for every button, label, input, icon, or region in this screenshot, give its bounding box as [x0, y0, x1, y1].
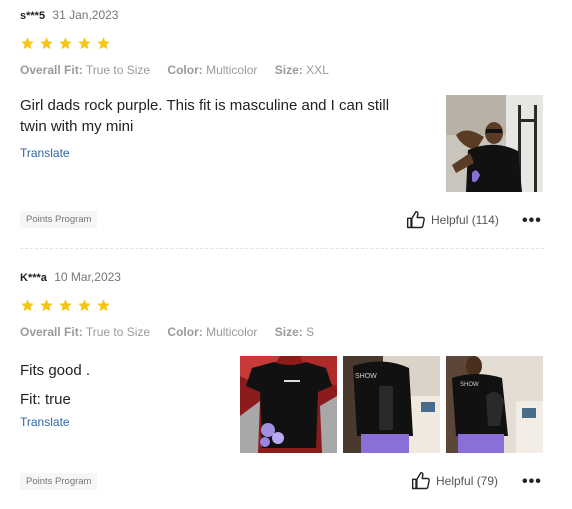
- size-value: S: [306, 325, 315, 339]
- star-rating: [20, 298, 111, 313]
- thumbs-up-icon: [411, 471, 430, 490]
- review-card-2: K***a 10 Mar,2023 Overall Fit: True to S…: [20, 262, 544, 509]
- fit-value: True to Size: [85, 63, 151, 77]
- review-photo[interactable]: SHOW: [446, 356, 543, 453]
- star-icon: [21, 37, 34, 50]
- review-date: 10 Mar,2023: [54, 270, 121, 284]
- review-text-line: Fits good .: [20, 362, 91, 379]
- thumbs-up-icon: [406, 210, 425, 229]
- review-card-1: s***5 31 Jan,2023 Overall Fit: True to S…: [20, 0, 544, 248]
- star-icon: [78, 299, 91, 312]
- star-icon: [40, 299, 53, 312]
- review-text-line: Fit: true: [20, 391, 71, 408]
- translate-link[interactable]: Translate: [20, 415, 70, 429]
- star-icon: [97, 37, 110, 50]
- star-icon: [59, 37, 72, 50]
- more-options-button[interactable]: •••: [522, 213, 542, 229]
- review-photo[interactable]: [240, 356, 337, 453]
- review-photo[interactable]: SHOW: [343, 356, 440, 453]
- review-text: Girl dads rock purple. This fit is mascu…: [20, 95, 389, 137]
- fit-value: True to Size: [85, 325, 151, 339]
- color-value: Multicolor: [206, 325, 258, 339]
- helpful-button[interactable]: Helpful (114): [406, 210, 499, 230]
- review-header: s***5 31 Jan,2023: [20, 8, 118, 22]
- fit-info: Overall Fit: True to Size Color: Multico…: [20, 325, 328, 339]
- star-icon: [21, 299, 34, 312]
- star-icon: [78, 37, 91, 50]
- review-text-line: twin with my mini: [20, 118, 134, 135]
- svg-text:SHOW: SHOW: [460, 382, 479, 388]
- review-photo[interactable]: [446, 95, 543, 192]
- reviewer-name: s***5: [20, 10, 46, 22]
- star-icon: [59, 299, 72, 312]
- color-value: Multicolor: [206, 63, 258, 77]
- review-text-line: Girl dads rock purple. This fit is mascu…: [20, 97, 390, 114]
- points-program-badge: Points Program: [20, 211, 98, 228]
- review-header: K***a 10 Mar,2023: [20, 270, 121, 284]
- helpful-count: Helpful (114): [431, 213, 499, 227]
- size-label: Size:: [274, 325, 303, 339]
- helpful-count: Helpful (79): [436, 474, 499, 488]
- review-divider: [20, 248, 544, 249]
- review-date: 31 Jan,2023: [52, 8, 119, 22]
- color-label: Color:: [167, 325, 203, 339]
- reviewer-name: K***a: [20, 272, 47, 284]
- points-program-badge: Points Program: [20, 473, 98, 490]
- translate-link[interactable]: Translate: [20, 146, 70, 160]
- fit-label: Overall Fit:: [20, 63, 83, 77]
- fit-info: Overall Fit: True to Size Color: Multico…: [20, 63, 343, 77]
- star-rating: [20, 36, 111, 51]
- more-options-button[interactable]: •••: [522, 474, 542, 490]
- star-icon: [40, 37, 53, 50]
- color-label: Color:: [167, 63, 203, 77]
- svg-text:SHOW: SHOW: [355, 373, 377, 380]
- size-label: Size:: [274, 63, 303, 77]
- helpful-button[interactable]: Helpful (79): [411, 471, 498, 491]
- star-icon: [97, 299, 110, 312]
- size-value: XXL: [306, 63, 329, 77]
- fit-label: Overall Fit:: [20, 325, 83, 339]
- review-text: Fits good . Fit: true: [20, 356, 90, 414]
